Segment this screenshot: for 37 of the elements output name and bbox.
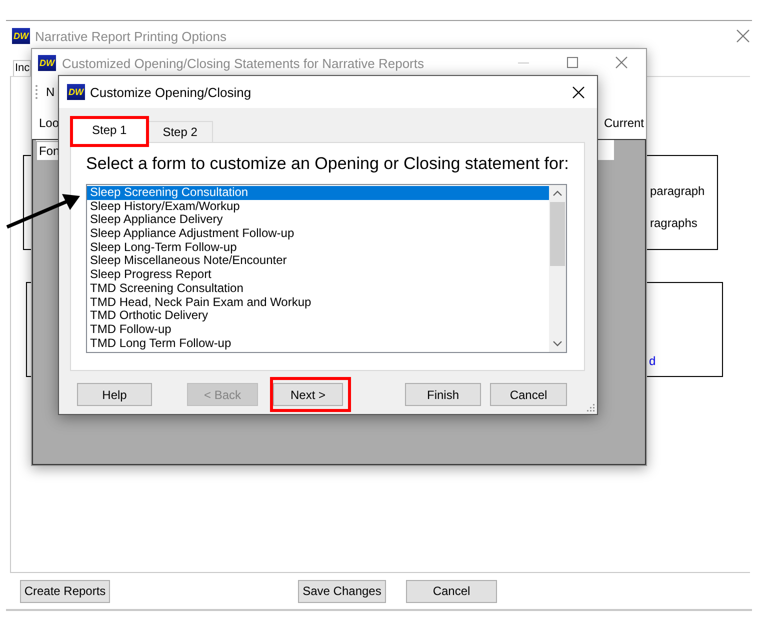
list-item[interactable]: Sleep Screening Consultation: [87, 186, 549, 200]
list-item[interactable]: Sleep Appliance Adjustment Follow-up: [87, 227, 549, 241]
option-label: paragraph: [650, 184, 706, 198]
next-button[interactable]: Next >: [273, 383, 343, 406]
resize-grip-icon[interactable]: [585, 402, 595, 412]
finish-button[interactable]: Finish: [405, 383, 481, 406]
toolbar-label[interactable]: N: [46, 85, 55, 99]
scrollbar-thumb[interactable]: [550, 202, 565, 266]
link[interactable]: d: [649, 354, 722, 368]
window-title: Narrative Report Printing Options: [35, 28, 226, 44]
app-logo-icon: DW: [67, 84, 85, 100]
list-item[interactable]: Sleep Long-Term Follow-up: [87, 240, 549, 254]
list-item[interactable]: TMD Orthotic Delivery: [87, 309, 549, 323]
app-logo-icon: DW: [12, 28, 30, 44]
column-label: Current: [604, 116, 644, 130]
window-title: Customized Opening/Closing Statements for Narrative Reports: [62, 56, 424, 70]
cancel-button[interactable]: Cancel: [406, 580, 497, 602]
list-item[interactable]: Sleep History/Exam/Workup: [87, 200, 549, 214]
dialog-title: Customize Opening/Closing: [90, 84, 252, 100]
app-logo-icon: DW: [38, 55, 56, 71]
grip-icon: [35, 84, 38, 100]
create-reports-button[interactable]: Create Reports: [20, 580, 110, 602]
instruction-text: Select a form to customize an Opening or Closing statement for:: [86, 153, 570, 175]
list-item[interactable]: TMD Head, Neck Pain Exam and Workup: [87, 296, 549, 310]
save-changes-button[interactable]: Save Changes: [298, 580, 386, 602]
close-icon[interactable]: [572, 86, 585, 98]
list-item[interactable]: Sleep Miscellaneous Note/Encounter: [87, 254, 549, 268]
option-label: ragraphs: [650, 216, 698, 230]
list-item[interactable]: Sleep Appliance Delivery: [87, 213, 549, 228]
list-item[interactable]: TMD Follow-up: [87, 322, 549, 337]
field-label: Loo: [39, 116, 60, 130]
cancel-button[interactable]: Cancel: [490, 383, 567, 406]
help-button[interactable]: Help: [77, 383, 152, 406]
list-item[interactable]: Sleep Progress Report: [87, 268, 549, 282]
list-item[interactable]: TMD Screening Consultation: [87, 282, 549, 296]
tab[interactable]: Step 2: [146, 121, 214, 142]
list-item[interactable]: TMD Long Term Follow-up: [87, 336, 549, 350]
